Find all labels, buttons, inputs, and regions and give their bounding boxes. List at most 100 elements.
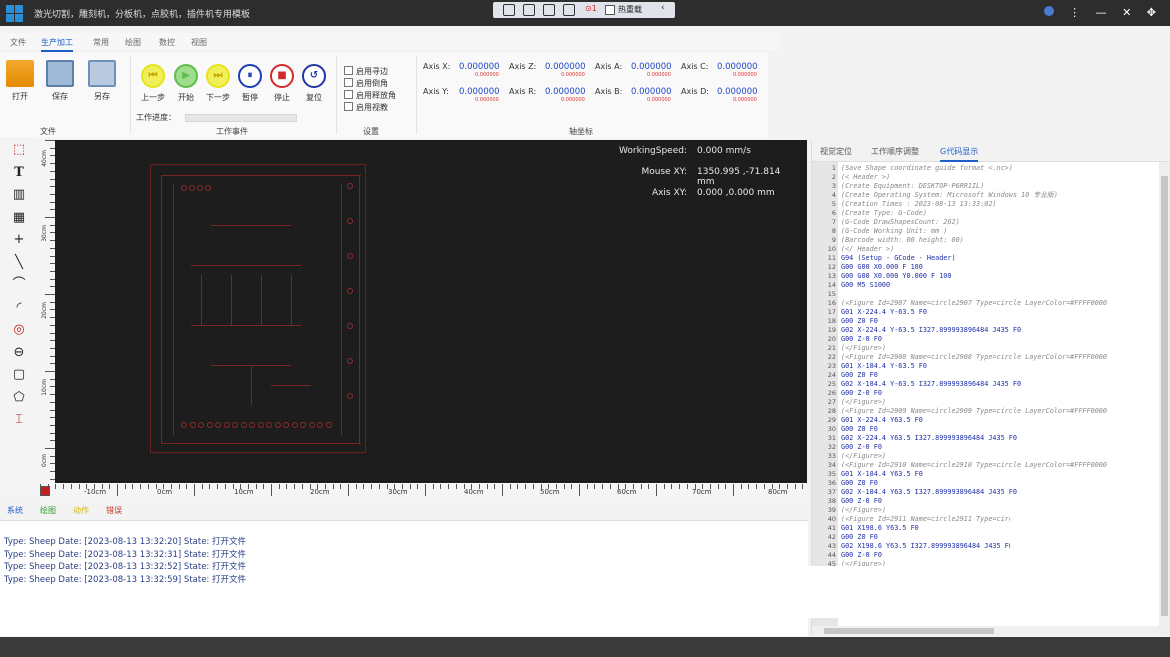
line-number: 22 — [827, 353, 836, 361]
line-number: 2 — [831, 173, 836, 181]
line-number: 3 — [831, 182, 836, 190]
menu-view[interactable]: 视图 — [191, 37, 207, 48]
tab-error[interactable]: 错误 — [106, 505, 122, 516]
quick-tool-icon[interactable] — [523, 4, 535, 16]
ruler-tick — [671, 484, 673, 489]
next-step-button[interactable]: ⏭ 下一步 — [202, 64, 234, 103]
checkbox-icon[interactable] — [344, 90, 353, 99]
line-number-gutter: 1 2 3 4 5 6 7 8 9 10 11 12 13 14 15 16 17 18 19 20 21 22 23 24 2… — [812, 162, 838, 636]
tab-work-order[interactable]: 工作顺序调整 — [871, 146, 919, 157]
windows-logo-icon[interactable] — [6, 5, 23, 22]
hot-reload-checkbox[interactable] — [605, 5, 615, 15]
scrollbar-thumb[interactable] — [824, 628, 994, 634]
menu-common[interactable]: 常用 — [93, 37, 109, 48]
stop-button[interactable]: ■ 停止 — [266, 64, 298, 103]
line-icon[interactable]: ╲ — [11, 255, 27, 271]
option-release-corner[interactable]: 启用释放角 — [344, 90, 396, 102]
menu-cnc[interactable]: 数控 — [159, 37, 175, 48]
gcode-editor[interactable]: (Save Shape coordinate guide format <.nc… — [841, 162, 1159, 636]
option-teach[interactable]: 启用视教 — [344, 102, 388, 114]
stop-icon: ■ — [270, 64, 294, 88]
work-canvas[interactable]: WorkingSpeed: 0.000 mm/s Mouse XY: 1350.99… — [55, 140, 807, 483]
circle-icon[interactable]: ◎ — [11, 322, 27, 338]
axis-group-label: 轴坐标 — [569, 127, 593, 136]
select-icon[interactable]: ⬚ — [11, 142, 27, 158]
menu-file[interactable]: 文件 — [10, 37, 26, 48]
code-line: G01 X198.6 Y63.5 F0 — [841, 524, 919, 532]
save-button[interactable]: 保存 — [42, 60, 78, 102]
collapse-caret-icon[interactable]: ‹ — [661, 3, 665, 13]
checkbox-icon[interactable] — [344, 78, 353, 87]
prev-step-button[interactable]: ⏮ 上一步 — [137, 64, 169, 103]
close-button[interactable]: ✕ — [1122, 6, 1131, 19]
ruler-tick — [609, 484, 611, 489]
line-number: 36 — [827, 479, 836, 487]
pause-button[interactable]: ⏸ 暂停 — [234, 64, 266, 103]
ruler-tick — [717, 484, 719, 489]
tab-system[interactable]: 系统 — [7, 505, 23, 516]
trace-line — [161, 443, 361, 444]
line-number: 10 — [827, 245, 836, 253]
option-chamfer[interactable]: 启用倒角 — [344, 78, 388, 90]
next-step-icon: ⏭ — [206, 64, 230, 88]
globe-icon[interactable] — [1043, 6, 1054, 16]
pad-circle — [308, 422, 315, 428]
settings-menu-icon[interactable]: ⋮ — [1069, 6, 1080, 19]
tab-visual-positioning[interactable]: 视觉定位 — [820, 146, 852, 157]
ruler-tick — [45, 371, 55, 372]
start-button[interactable]: ▶ 开始 — [170, 64, 202, 103]
quick-tool-icon[interactable] — [503, 4, 515, 16]
code-line: G01 X-224.4 Y-63.5 F0 — [841, 308, 927, 316]
vertical-scrollbar[interactable] — [1159, 162, 1170, 636]
ruler-tick — [586, 484, 588, 489]
pad-circle — [257, 422, 264, 428]
tab-drawing[interactable]: 绘图 — [40, 505, 56, 516]
line-number: 30 — [827, 425, 836, 433]
save-as-button[interactable]: 另存 — [84, 60, 120, 102]
menu-draw[interactable]: 绘图 — [125, 37, 141, 48]
checkbox-icon[interactable] — [344, 102, 353, 111]
tab-gcode-display[interactable]: G代码显示 — [940, 146, 979, 162]
quick-tool-icon[interactable] — [563, 4, 575, 16]
horizontal-scrollbar[interactable] — [812, 626, 1160, 636]
barcode-icon[interactable]: ▥ — [11, 187, 27, 203]
polygon-icon[interactable]: ⬠ — [11, 390, 27, 406]
prev-step-icon: ⏮ — [141, 64, 165, 88]
minimize-button[interactable]: — — [1096, 6, 1107, 19]
option-edge-finding[interactable]: 启用寻边 — [344, 66, 388, 78]
arc-icon[interactable]: ◜ — [11, 300, 27, 316]
log-entry: Type: Sheep Date: [2023-08-13 13:32:20] … — [4, 537, 246, 547]
log-area[interactable]: Type: Sheep Date: [2023-08-13 13:32:20] … — [0, 520, 808, 636]
code-line: (</Figure>) — [841, 398, 887, 406]
line-number: 38 — [827, 497, 836, 505]
scrollbar-thumb[interactable] — [1161, 176, 1168, 616]
quick-tool-icon[interactable] — [543, 4, 555, 16]
ruler-tick — [70, 484, 72, 489]
pad-circle — [189, 422, 196, 428]
qrcode-icon[interactable]: ▦ — [11, 210, 27, 226]
curve-icon[interactable]: ⌒ — [11, 277, 27, 293]
ruler-label: 40cm — [41, 150, 48, 167]
rectangle-icon[interactable]: ▢ — [11, 367, 27, 383]
folder-icon — [6, 60, 34, 87]
reset-button[interactable]: ↺ 复位 — [298, 64, 330, 103]
checkbox-icon[interactable] — [344, 66, 353, 75]
text-icon[interactable]: T — [11, 165, 27, 181]
menu-production[interactable]: 生产加工 — [41, 37, 73, 52]
move-icon[interactable]: ✥ — [1147, 6, 1156, 19]
pad-circle — [205, 185, 211, 191]
dimension-icon[interactable]: ⌶ — [11, 412, 27, 428]
cross-icon[interactable]: + — [11, 232, 27, 248]
trace-line — [201, 275, 202, 325]
line-number: 12 — [827, 263, 836, 271]
open-button[interactable]: 打开 — [2, 60, 38, 102]
code-line: G00 Z-0 F0 — [841, 335, 882, 343]
ribbon-divider — [416, 56, 417, 134]
ruler-tick — [663, 484, 665, 489]
axis-name: Axis C: — [681, 62, 709, 71]
ruler-tick — [602, 484, 604, 489]
ellipse-icon[interactable]: ⊖ — [11, 345, 27, 361]
pad-circle — [181, 185, 187, 191]
color-swatch[interactable] — [40, 486, 50, 496]
tab-action[interactable]: 动作 — [73, 505, 89, 516]
